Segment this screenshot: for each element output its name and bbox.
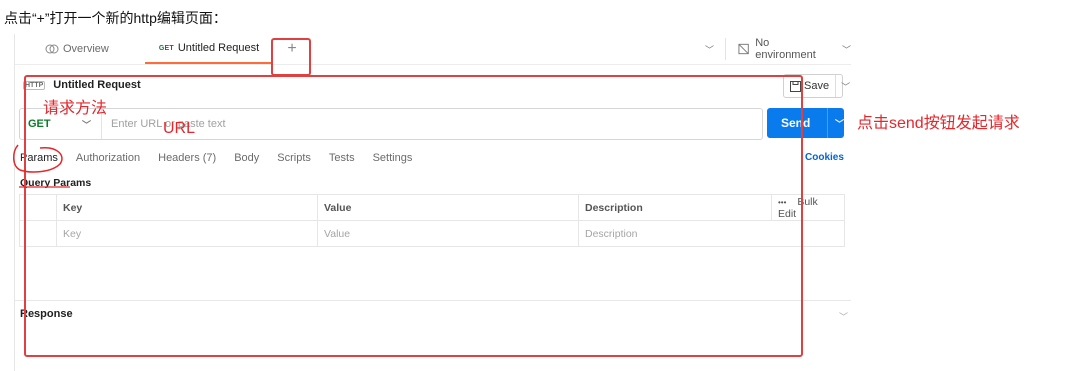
tab-method: GET: [158, 44, 174, 52]
annotation-method: 请求方法: [43, 100, 108, 117]
tab-label: Untitled Request: [177, 42, 260, 54]
send-dropdown-button[interactable]: ﹀: [826, 108, 844, 138]
annotation-send: 点击send按钮发起请求: [857, 115, 1020, 132]
annotation-params-circle: [13, 144, 70, 188]
environment-selector[interactable]: No environment ﹀: [738, 34, 851, 64]
cookies-link[interactable]: Cookies: [805, 152, 844, 163]
annotation-editor-box: [24, 75, 803, 357]
tab-bar: Overview GET Untitled Request + ﹀ No env…: [15, 34, 851, 65]
no-environment-icon: [738, 43, 749, 55]
tabs-dropdown-button[interactable]: ﹀: [705, 34, 714, 64]
environment-label: No environment: [755, 37, 816, 61]
annotation-url: URL: [163, 120, 196, 137]
caption-text: 点击“+”打开一个新的http编辑页面：: [4, 10, 227, 26]
chevron-down-icon: ﹀: [841, 44, 851, 55]
divider: [725, 38, 726, 60]
save-dropdown-button[interactable]: ﹀: [836, 80, 855, 93]
tab-untitled-request[interactable]: GET Untitled Request: [145, 34, 273, 64]
chevron-down-icon: ﹀: [705, 44, 715, 55]
overview-icon: [45, 44, 59, 54]
chevron-down-icon[interactable]: ﹀: [839, 310, 848, 323]
tab-label: Overview: [63, 43, 109, 55]
annotation-plus-box: [271, 38, 311, 76]
save-label: Save: [804, 80, 830, 92]
tab-overview[interactable]: Overview: [45, 34, 109, 64]
